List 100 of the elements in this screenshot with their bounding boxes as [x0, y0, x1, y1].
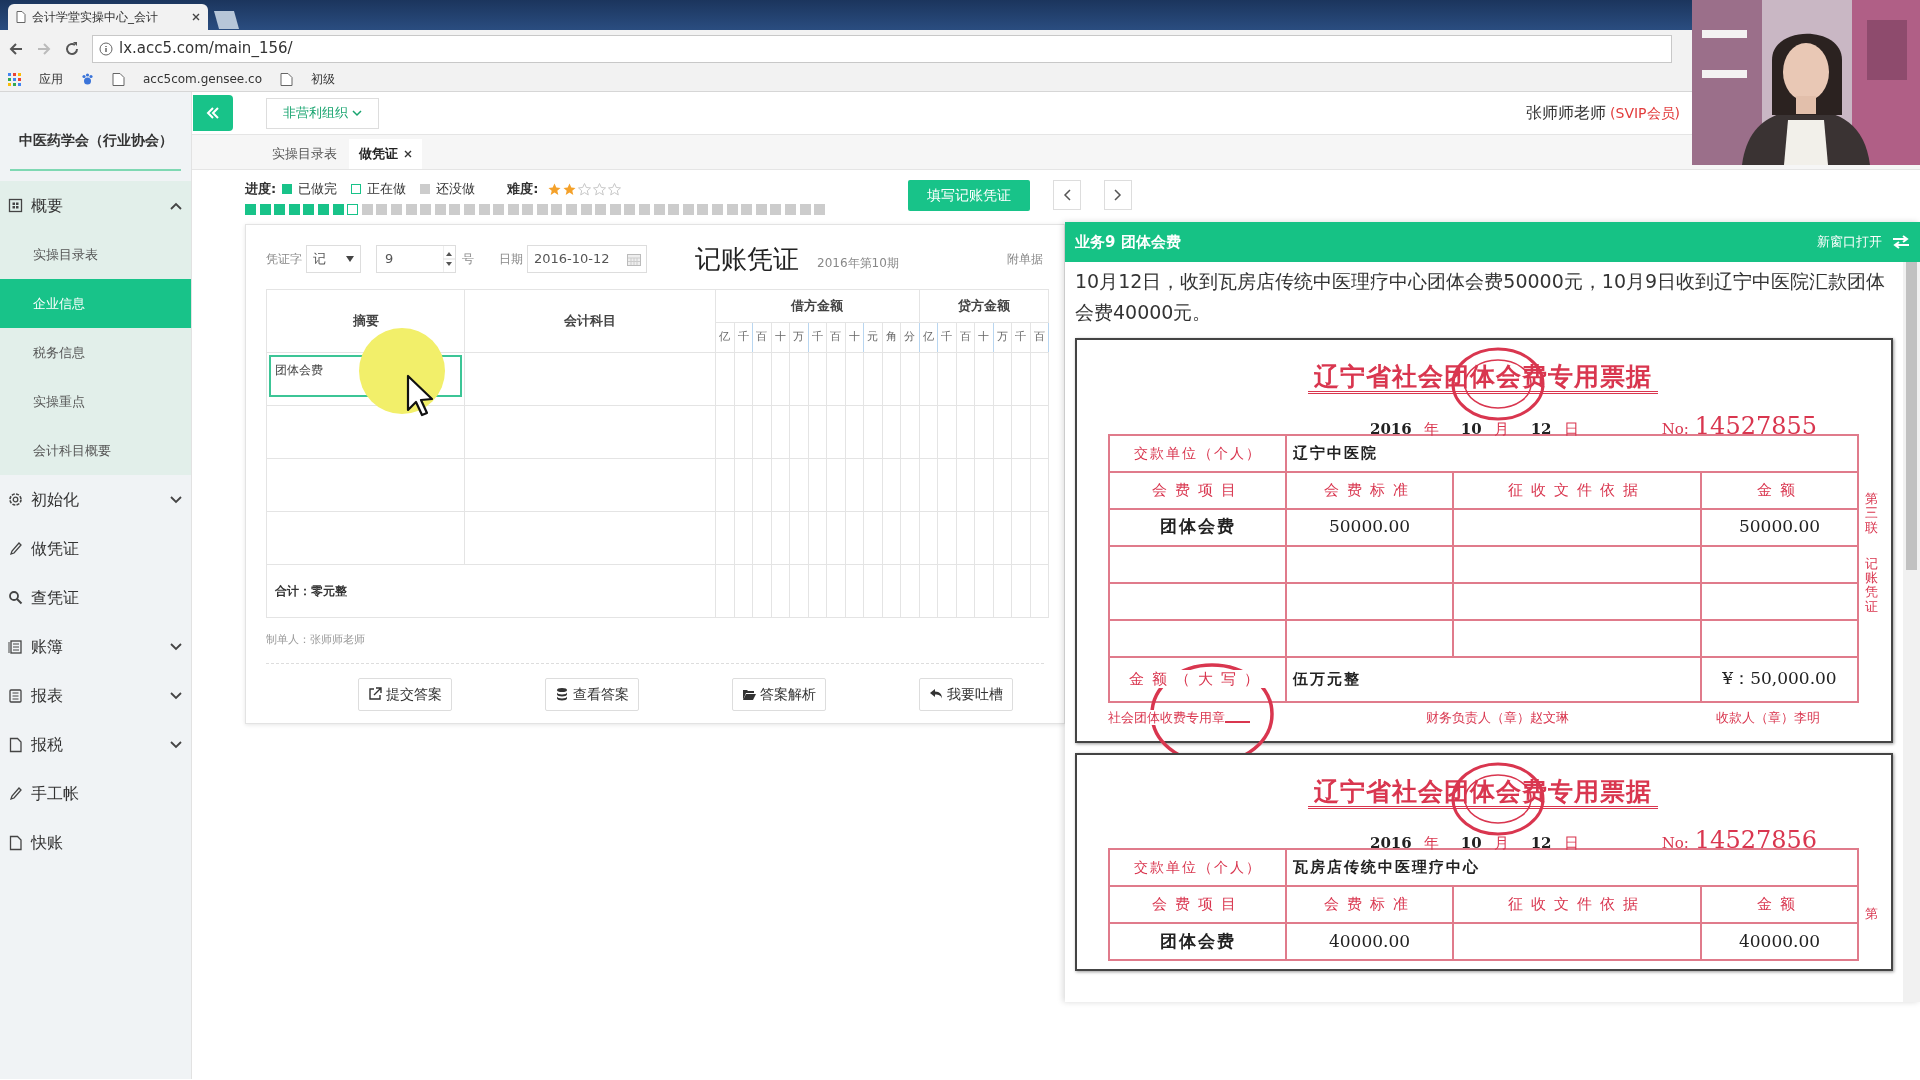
sidebar-subitem[interactable]: 税务信息 — [0, 328, 191, 377]
step-square[interactable] — [522, 204, 534, 215]
sidebar-item[interactable]: 账簿 — [0, 622, 191, 671]
tab[interactable]: 做凭证 — [349, 139, 422, 169]
step-square[interactable] — [741, 204, 753, 215]
field-label: 日期 — [499, 251, 523, 268]
step-square[interactable] — [303, 204, 315, 215]
action-button[interactable]: 提交答案 — [358, 677, 452, 711]
step-square[interactable] — [361, 204, 373, 215]
chevron-down-icon[interactable] — [169, 690, 183, 701]
step-square[interactable] — [259, 204, 271, 215]
bookmark[interactable]: 应用 — [39, 70, 63, 88]
chevron-down-icon[interactable] — [169, 641, 183, 652]
sidebar-item[interactable]: 报表 — [0, 671, 191, 720]
step-square[interactable] — [478, 204, 490, 215]
sidebar-item[interactable]: 初始化 — [0, 475, 191, 524]
step-square[interactable] — [624, 204, 636, 215]
bookmark[interactable]: 初级 — [311, 70, 335, 88]
swap-icon[interactable] — [1892, 235, 1910, 249]
column-header: 金额 — [1701, 886, 1858, 923]
voucher-word-select[interactable]: 记 — [306, 245, 361, 273]
action-button[interactable]: 答案解析 — [732, 677, 826, 711]
unit-header: 百 — [956, 322, 975, 353]
sidebar-subitem[interactable]: 实操目录表 — [0, 230, 191, 279]
sidebar-item[interactable]: 查凭证 — [0, 573, 191, 622]
step-square[interactable] — [799, 204, 811, 215]
difficulty-label: 难度: — [507, 180, 539, 199]
date-field[interactable]: 2016-10-12 — [527, 245, 647, 273]
step-square[interactable] — [682, 204, 694, 215]
amount-in-words: 伍万元整 — [1286, 656, 1701, 702]
step-square[interactable] — [274, 204, 286, 215]
document-icon — [8, 736, 23, 753]
step-square[interactable] — [609, 204, 621, 215]
step-square[interactable] — [507, 204, 519, 215]
step-square[interactable] — [726, 204, 738, 215]
action-button[interactable]: 我要吐槽 — [919, 677, 1013, 711]
next-button[interactable] — [1104, 180, 1132, 210]
close-icon[interactable] — [192, 13, 200, 21]
sidebar-subitem[interactable]: 会计科目概要 — [0, 426, 191, 475]
step-square[interactable] — [288, 204, 300, 215]
table-cell: 50000.00 — [1286, 508, 1453, 546]
back-icon[interactable] — [8, 40, 24, 57]
bookmark[interactable]: acc5com.gensee.co — [143, 70, 262, 88]
step-square[interactable] — [493, 204, 505, 215]
export-icon — [368, 687, 382, 701]
star-icon — [563, 182, 577, 196]
step-square[interactable] — [463, 204, 475, 215]
step-square[interactable] — [347, 204, 359, 215]
number-suffix: 号 — [462, 251, 474, 268]
step-square[interactable] — [566, 204, 578, 215]
step-square[interactable] — [712, 204, 723, 215]
sidebar-item[interactable]: 报税 — [0, 720, 191, 769]
scrollbar[interactable] — [1903, 262, 1920, 1002]
step-square[interactable] — [405, 204, 417, 215]
action-button[interactable]: 查看答案 — [545, 677, 639, 711]
step-square[interactable] — [580, 204, 592, 215]
collapse-button[interactable] — [193, 95, 233, 131]
reply-icon — [929, 687, 943, 701]
chevron-down-icon[interactable] — [169, 739, 183, 750]
step-square[interactable] — [245, 204, 256, 215]
step-square[interactable] — [755, 204, 767, 215]
sidebar-subitem[interactable]: 实操重点 — [0, 377, 191, 426]
step-square[interactable] — [770, 204, 782, 215]
star-icon — [593, 182, 607, 196]
sidebar-item[interactable]: 手工帐 — [0, 769, 191, 818]
step-square[interactable] — [639, 204, 651, 215]
tab[interactable]: 实操目录表 — [262, 139, 347, 169]
step-square[interactable] — [668, 204, 680, 215]
sidebar-item[interactable]: 快账 — [0, 818, 191, 867]
step-square[interactable] — [784, 204, 796, 215]
step-square[interactable] — [390, 204, 402, 215]
step-square[interactable] — [697, 204, 709, 215]
reload-icon[interactable] — [64, 40, 80, 57]
paw-icon[interactable] — [81, 72, 94, 86]
unit-header: 元 — [863, 322, 882, 353]
step-square[interactable] — [595, 204, 607, 215]
step-square[interactable] — [332, 204, 344, 215]
close-icon[interactable] — [404, 150, 412, 158]
sidebar-item[interactable]: 做凭证 — [0, 524, 191, 573]
step-square[interactable] — [376, 204, 388, 215]
step-square[interactable] — [551, 204, 563, 215]
step-square[interactable] — [317, 204, 329, 215]
step-square[interactable] — [653, 204, 665, 215]
task-description: 10月12日，收到瓦房店传统中医理疗中心团体会费50000元，10月9日收到辽宁中医院汇款团体会费40000元。 — [1075, 269, 1887, 325]
sidebar-item[interactable]: 概要 — [0, 181, 191, 230]
chevron-down-icon[interactable] — [169, 494, 183, 505]
voucher-number-field[interactable]: 9 — [376, 245, 456, 273]
browser-tab[interactable]: 会计学堂实操中心_会计 — [8, 4, 208, 30]
chevron-up-icon[interactable] — [169, 200, 183, 211]
forward-icon[interactable] — [36, 40, 52, 57]
previous-button[interactable] — [1053, 180, 1081, 210]
step-square[interactable] — [434, 204, 446, 215]
step-square[interactable] — [536, 204, 548, 215]
step-square[interactable] — [814, 204, 826, 215]
step-square[interactable] — [449, 204, 461, 215]
scrollbar-thumb[interactable] — [1906, 262, 1917, 570]
legend-label: 已做完 — [298, 180, 338, 199]
field-label: 交款单位（个人） — [1109, 434, 1286, 472]
step-square[interactable] — [420, 204, 432, 215]
address-bar[interactable]: lx.acc5.com/main_156/ — [92, 34, 1672, 63]
